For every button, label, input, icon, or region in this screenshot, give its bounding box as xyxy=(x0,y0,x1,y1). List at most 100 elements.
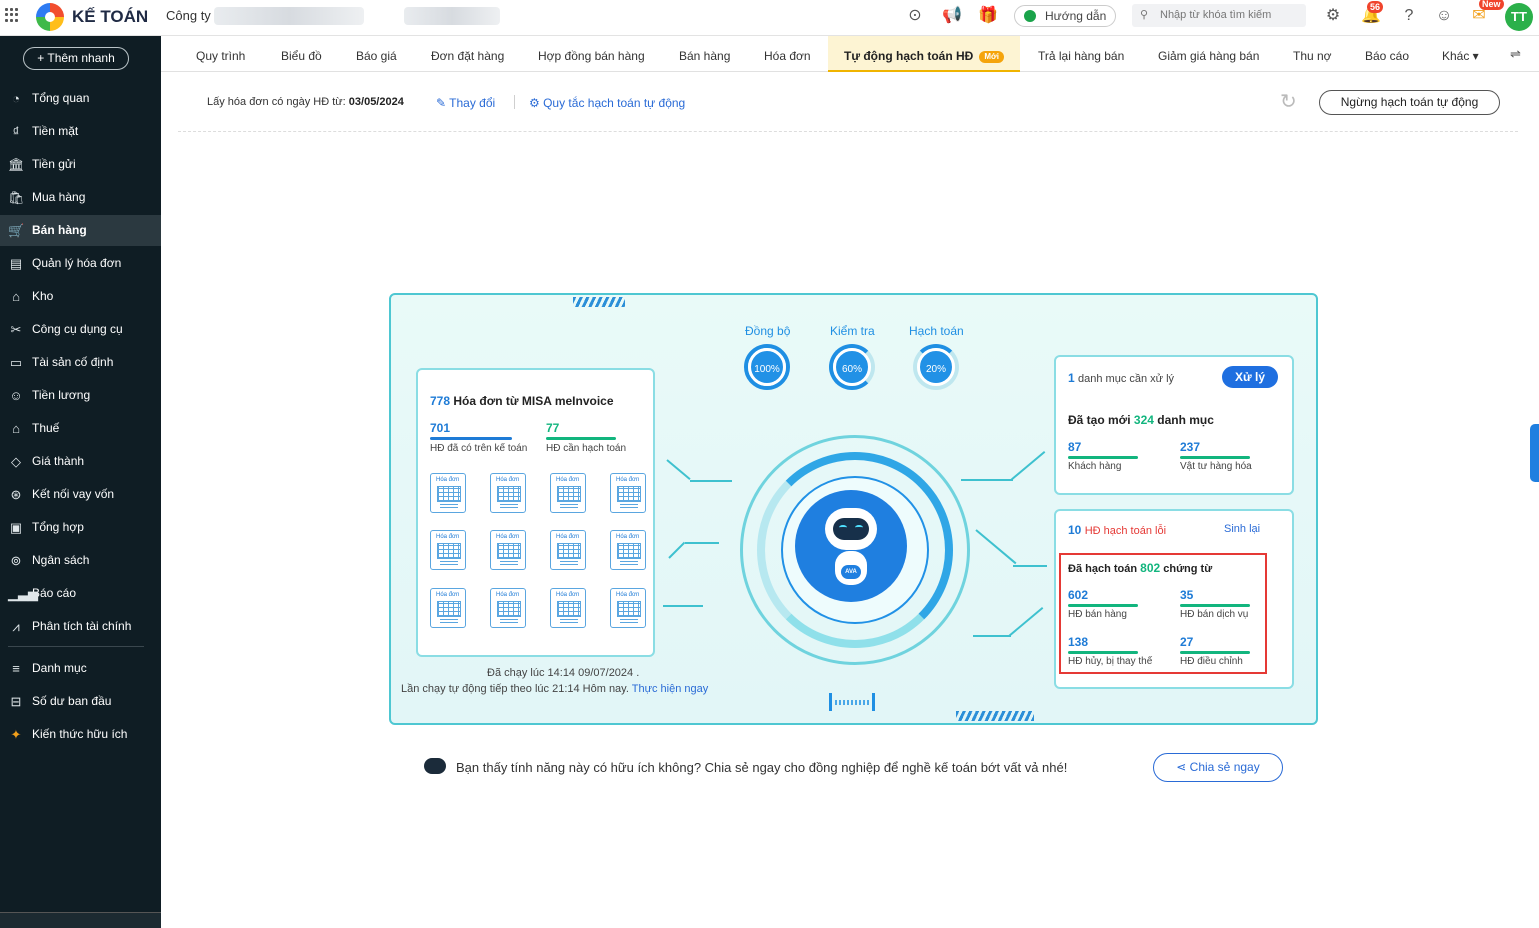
module-tab[interactable]: Báo cáo xyxy=(1365,36,1409,72)
refresh-icon[interactable]: ↻ xyxy=(1280,89,1297,114)
payroll-icon: ☺ xyxy=(9,388,23,403)
megaphone-icon[interactable]: 📢 xyxy=(942,6,962,26)
auto-rules-link[interactable]: ⚙ Quy tắc hạch toán tự động xyxy=(529,96,685,110)
tab-label: Biểu đồ xyxy=(281,49,322,63)
sidebar-item[interactable]: ◔ Tổng quan xyxy=(0,83,161,114)
sidebar-item-label: Tiền mặt xyxy=(32,124,79,138)
regenerate-link[interactable]: Sinh lại xyxy=(1224,523,1260,535)
search-input[interactable]: ⚲ Nhập từ khóa tìm kiếm xyxy=(1132,4,1306,27)
stop-auto-accounting-button[interactable]: Ngừng hạch toán tự động xyxy=(1319,90,1500,115)
summary-icon: ▣ xyxy=(9,520,23,535)
help-icon[interactable]: ? xyxy=(1399,6,1419,26)
robot-eye-right xyxy=(855,525,863,530)
search-icon: ⚲ xyxy=(1140,9,1149,21)
change-date-link[interactable]: ✎ Thay đổi xyxy=(436,96,495,110)
user-avatar[interactable]: TT xyxy=(1505,3,1533,31)
download-icon[interactable]: ⊙ xyxy=(905,6,925,26)
highlight-box xyxy=(1059,553,1267,674)
bank-icon: 🏛 xyxy=(8,157,25,172)
module-tab[interactable]: Quy trình xyxy=(196,36,245,72)
sidebar-item[interactable]: ⩘ Phân tích tài chính xyxy=(0,611,161,642)
connector-line xyxy=(961,479,1013,481)
side-panel-toggle[interactable] xyxy=(1530,424,1539,482)
stage-sync-progress: 100% xyxy=(744,344,790,390)
categories-card: 1 danh mục cần xử lý Xử lý Đã tạo mới 32… xyxy=(1054,355,1294,495)
sidebar-item-label: Tiền gửi xyxy=(32,157,76,171)
sidebar-item[interactable]: ✂ Công cụ dụng cụ xyxy=(0,314,161,345)
chat-icon[interactable]: ☺ xyxy=(1434,6,1454,26)
robot-badge: AVA xyxy=(841,565,861,579)
invoice-document-icon: Hóa đơn xyxy=(430,530,466,570)
sidebar-item-label: Kiến thức hữu ích xyxy=(32,727,128,741)
module-tab[interactable]: Tự động hạch toán HĐ Mới xyxy=(828,36,1020,72)
module-tab[interactable]: Biểu đồ xyxy=(281,36,322,72)
new-feature-badge: Mới xyxy=(979,51,1004,63)
sidebar-divider xyxy=(8,646,144,647)
app-grid-icon[interactable] xyxy=(5,8,19,22)
tab-label: Khác ▾ xyxy=(1442,49,1479,63)
sidebar-item[interactable]: 🛒 Bán hàng xyxy=(0,215,161,246)
sidebar-item[interactable]: ⊟ Số dư ban đầu xyxy=(0,686,161,717)
connector-line xyxy=(666,459,691,481)
guide-button[interactable]: Hướng dẫn xyxy=(1014,5,1116,27)
run-now-link[interactable]: Thực hiện ngay xyxy=(632,683,708,695)
tab-label: Báo cáo xyxy=(1365,49,1410,63)
robot-face xyxy=(833,518,869,540)
robot-eye-left xyxy=(839,525,847,530)
module-tab[interactable]: Báo giá xyxy=(356,36,397,72)
gift-icon[interactable]: 🎁 xyxy=(978,6,998,26)
sidebar-item[interactable]: ✦ Kiến thức hữu ích xyxy=(0,719,161,750)
sidebar-item[interactable]: ☺ Tiền lương xyxy=(0,380,161,411)
tab-label: Báo giá xyxy=(356,49,397,63)
categories-pending: 1 danh mục cần xử lý xyxy=(1068,371,1175,385)
underline-green xyxy=(546,437,616,440)
sidebar-item[interactable]: ⌂ Kho xyxy=(0,281,161,312)
tab-label: Tự động hạch toán HĐ xyxy=(844,49,974,63)
connector-line xyxy=(975,529,1017,565)
company-label[interactable]: Công ty xyxy=(166,8,211,23)
process-button[interactable]: Xử lý xyxy=(1222,366,1278,388)
module-tab[interactable]: Hóa đơn xyxy=(764,36,811,72)
sidebar-item[interactable]: ◇ Giá thành xyxy=(0,446,161,477)
sidebar-item[interactable]: ⊚ Ngân sách xyxy=(0,545,161,576)
quick-add-button[interactable]: + Thêm nhanh xyxy=(23,47,129,70)
module-tab[interactable]: Hợp đồng bán hàng xyxy=(538,36,645,72)
sidebar-item[interactable]: 🏛 Tiền gửi xyxy=(0,149,161,180)
sidebar-item[interactable]: ▁▃▅ Báo cáo xyxy=(0,578,161,609)
knowledge-icon: ✦ xyxy=(10,727,22,742)
invoice-on-accounting-label: HĐ đã có trên kế toán xyxy=(430,443,528,454)
sidebar-item-label: Tổng hợp xyxy=(32,520,84,534)
balance-icon: ⊟ xyxy=(10,694,22,709)
module-tabs: Quy trình Biểu đồ Báo giá Đơn đặt hàng Hợp đ… xyxy=(161,36,1539,72)
stage-post-label: Hạch toán xyxy=(909,324,964,338)
sidebar-item[interactable]: 🛍 Mua hàng xyxy=(0,182,161,213)
module-tab[interactable]: Đơn đặt hàng xyxy=(431,36,504,72)
new-badge: New xyxy=(1479,0,1504,10)
tab-settings-icon[interactable]: ⇌ xyxy=(1510,46,1521,62)
sidebar-item[interactable]: ▣ Tổng hợp xyxy=(0,512,161,543)
tab-label: Giảm giá hàng bán xyxy=(1158,49,1260,63)
sidebar-item[interactable]: ⊛ Kết nối vay vốn xyxy=(0,479,161,510)
sidebar-item[interactable]: ≡ Danh mục xyxy=(0,653,161,684)
sidebar-item[interactable]: ▭ Tài sản cố định xyxy=(0,347,161,378)
stage-check-label: Kiểm tra xyxy=(830,324,875,338)
module-tab[interactable]: Thu nợ xyxy=(1293,36,1332,72)
sidebar-item[interactable]: ▤ Quản lý hóa đơn xyxy=(0,248,161,279)
error-invoices[interactable]: 10 HĐ hạch toán lỗi xyxy=(1068,523,1166,537)
stage-sync-label: Đồng bộ xyxy=(745,324,791,338)
module-tab[interactable]: Khác ▾ xyxy=(1442,36,1479,72)
sidebar-item-label: Phân tích tài chính xyxy=(32,619,132,633)
tab-label: Thu nợ xyxy=(1293,49,1332,63)
sidebar-item[interactable]: ₫ Tiền mặt xyxy=(0,116,161,147)
sidebar-footer xyxy=(0,912,161,928)
module-tab[interactable]: Giảm giá hàng bán xyxy=(1158,36,1259,72)
sidebar-item[interactable]: ⌂ Thuế xyxy=(0,413,161,444)
notification-count-badge: 56 xyxy=(1367,1,1384,13)
settings-gear-icon[interactable]: ⚙ xyxy=(1323,6,1343,26)
robot-mini-icon xyxy=(424,758,446,774)
share-now-button[interactable]: ⋖ Chia sẻ ngay xyxy=(1153,753,1283,782)
overview-icon: ◔ xyxy=(12,91,20,106)
module-tab[interactable]: Trả lại hàng bán xyxy=(1038,36,1124,72)
module-tab[interactable]: Bán hàng xyxy=(679,36,730,72)
decor-stripes-bottom xyxy=(956,711,1034,721)
